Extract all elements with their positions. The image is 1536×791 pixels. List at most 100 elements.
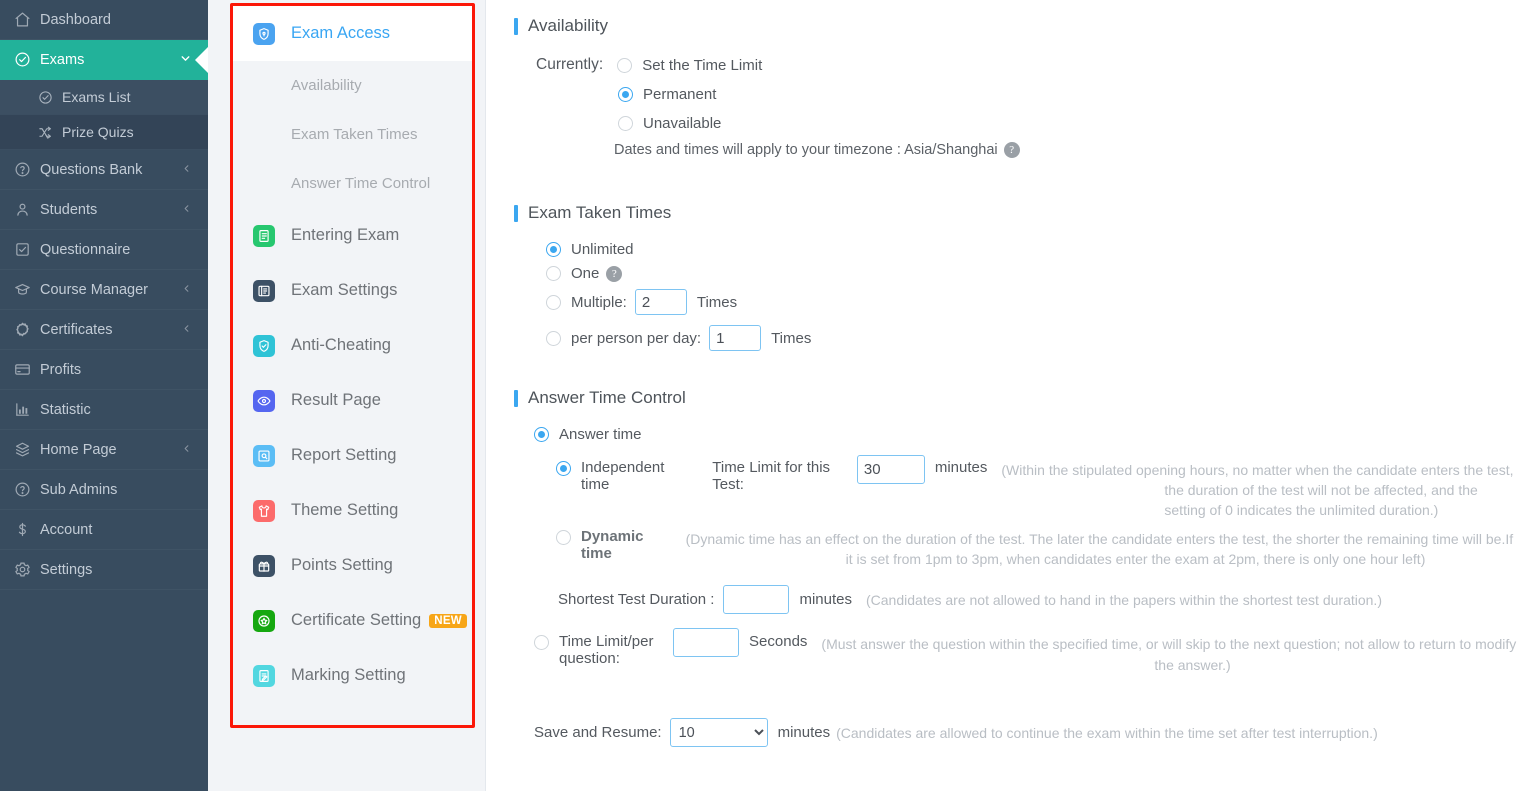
availability-option-row-2: Unavailable [536,115,1518,132]
sidebar-item-exams[interactable]: Exams [0,40,208,80]
subnav-item-label: Certificate Setting [291,611,422,629]
report-icon [253,444,275,467]
subnav-subitem-answer-time-control[interactable]: Answer Time Control [233,159,472,208]
sidebar-item-profits[interactable]: Profits [0,350,208,390]
sidebar-item-settings[interactable]: Settings [0,550,208,590]
subnav-item-report-setting[interactable]: Report Setting [233,428,472,483]
subnav-item-anti-cheating[interactable]: Anti-Cheating [233,318,472,373]
shortest-test-duration-hint: (Candidates are not allowed to hand in t… [866,591,1382,608]
save-and-resume-select[interactable]: 10 [669,718,768,747]
radio-answer-time[interactable] [534,427,549,442]
new-badge: NEW [429,613,467,628]
shield-check-icon [253,334,275,357]
sidebar-item-questions-bank[interactable]: Questions Bank [0,150,208,190]
subnav-item-result-page[interactable]: Result Page [233,373,472,428]
unit-minutes-save-resume: minutes [777,724,831,741]
subnav-item-certificate-setting[interactable]: Certificate Setting NEW [233,593,472,648]
card-icon [14,361,40,378]
subnav-item-marking-setting[interactable]: Marking Setting [233,648,472,703]
radio-permanent[interactable] [618,87,633,102]
exam-taken-times-title-text: Exam Taken Times [528,203,672,222]
sidebar-item-sub-admins[interactable]: Sub Admins [0,470,208,510]
save-and-resume-hint: (Candidates are allowed to continue the … [836,724,1378,741]
sidebar-item-label: Profits [40,361,82,378]
subnav-item-points-setting[interactable]: Points Setting [233,538,472,593]
shortest-test-duration-input[interactable] [723,585,790,614]
subnav-item-exam-access[interactable]: Exam Access [233,6,472,61]
time-limit-for-this-test-input[interactable] [856,455,925,484]
sidebar-item-questionnaire[interactable]: Questionnaire [0,230,208,270]
subnav-item-label: Anti-Cheating [291,336,391,354]
sidebar-item-label: Account [40,521,93,538]
subnav-item-exam-settings[interactable]: Exam Settings [233,263,472,318]
radio-independent-time[interactable] [556,461,571,476]
sidebar-subitem-exams-list[interactable]: Exams List [0,80,208,115]
gift-icon [253,554,275,577]
taken-times-row-one: One ? [546,265,1518,282]
chevron-down-icon[interactable] [179,52,192,67]
section-marker-bar [514,204,518,222]
subnav-subitem-exam-taken-times[interactable]: Exam Taken Times [233,110,472,159]
label-unavailable: Unavailable [643,115,722,132]
sidebar-item-label: Course Manager [40,281,148,298]
label-set-the-time-limit: Set the Time Limit [642,56,763,74]
taken-times-row-unlimited: Unlimited [546,241,1518,258]
multiple-times-input[interactable] [634,289,687,315]
timezone-help-icon[interactable]: ? [1003,142,1020,158]
subnav-item-label: Marking Setting [291,666,406,684]
unit-per-person-times: Times [771,329,812,347]
radio-unlimited[interactable] [546,242,561,257]
shield-lock-icon [253,22,275,45]
shortest-test-duration-row: Shortest Test Duration : minutes (Candid… [534,585,1518,614]
sidebar-item-statistic[interactable]: Statistic [0,390,208,430]
subnav-subitem-label: Availability [291,77,362,94]
certificate-seal-icon [253,609,275,632]
sidebar-item-home-page[interactable]: Home Page [0,430,208,470]
label-unlimited: Unlimited [571,241,634,258]
home-icon [14,11,40,28]
label-independent-time: Independent time [581,459,665,493]
save-and-resume-row: Save and Resume: 10 minutes (Candidates … [534,718,1518,747]
taken-times-row-multiple: Multiple: Times [546,289,1518,315]
radio-time-limit-per-question[interactable] [534,635,549,650]
chevron-left-icon[interactable] [181,163,192,177]
sidebar-item-dashboard[interactable]: Dashboard [0,0,208,40]
one-help-icon[interactable]: ? [606,265,623,282]
sidebar-item-certificates[interactable]: Certificates [0,310,208,350]
section-marker-bar [514,389,518,407]
radio-set-the-time-limit[interactable] [617,57,633,73]
availability-option-row-0: Currently: Set the Time Limit [536,56,1518,74]
radio-per-person-per-day[interactable] [546,330,561,346]
sidebar-subitem-prize-quizs[interactable]: Prize Quizs [0,115,208,150]
subnav-item-label: Exam Access [291,24,391,42]
chevron-left-icon[interactable] [181,283,192,297]
radio-multiple[interactable] [546,294,561,310]
time-limit-per-question-input[interactable] [673,628,740,657]
currently-label: Currently: [536,56,604,73]
sidebar-item-label: Statistic [40,401,91,418]
users-icon [14,201,40,218]
sidebar-item-students[interactable]: Students [0,190,208,230]
sidebar-item-account[interactable]: Account [0,510,208,550]
question-circle-icon [14,481,40,498]
chevron-left-icon[interactable] [181,443,192,457]
sidebar-item-label: Settings [40,561,93,578]
subnav-subitem-label: Answer Time Control [291,175,431,192]
label-save-and-resume: Save and Resume: [534,724,662,741]
chevron-left-icon[interactable] [181,323,192,337]
subnav-item-entering-exam[interactable]: Entering Exam [233,208,472,263]
sidebar-item-label: Dashboard [40,11,111,28]
availability-option-row-1: Permanent [536,86,1518,103]
per-person-per-day-input[interactable] [709,325,762,351]
taken-times-row-per-person-per-day: per person per day: Times [546,325,1518,351]
subnav-item-theme-setting[interactable]: Theme Setting [233,483,472,538]
chevron-left-icon[interactable] [181,203,192,217]
subnav-subitem-availability[interactable]: Availability [233,61,472,110]
sidebar-item-course-manager[interactable]: Course Manager [0,270,208,310]
radio-one[interactable] [546,266,561,281]
sidebar-item-label: Sub Admins [40,481,118,498]
shirt-icon [253,499,275,522]
radio-dynamic-time[interactable] [556,530,571,545]
radio-unavailable[interactable] [618,116,633,131]
time-limit-per-question-hint: (Must answer the question within the spe… [821,636,1517,673]
